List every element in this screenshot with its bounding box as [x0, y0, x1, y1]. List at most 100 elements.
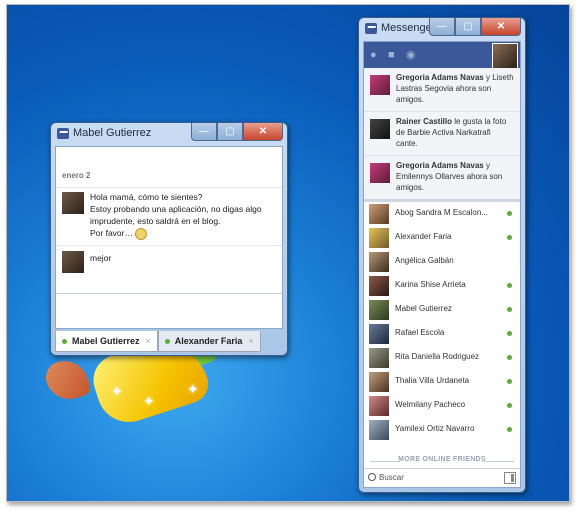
messenger-title: Messenger	[381, 22, 436, 34]
sidebar-toggle-icon[interactable]	[504, 472, 516, 484]
message-line: Por favor…	[90, 228, 133, 238]
message-1: Hola mamá, cómo te sientes? Estoy proban…	[90, 191, 262, 240]
profile-avatar[interactable]	[492, 43, 518, 69]
chat-window: Mabel Gutierrez — ▢ ✕ enero 2 Hola mamá,…	[50, 122, 288, 356]
friend-item[interactable]: Alexander Faria	[364, 226, 520, 250]
avatar	[369, 276, 389, 296]
online-status-icon	[62, 338, 67, 344]
friend-item[interactable]: Rita Daniella Rodriguez	[364, 346, 520, 370]
message-line: Estoy probando una aplicación, no digas …	[90, 204, 262, 214]
messenger-icon	[365, 23, 377, 34]
messenger-toolbar: ● ■ ◉	[364, 42, 520, 69]
online-status-icon	[507, 379, 512, 384]
friend-name: Yamilexi Ortiz Navarro	[395, 424, 475, 433]
chat-titlebar[interactable]: Mabel Gutierrez — ▢ ✕	[51, 123, 287, 145]
ticker-item[interactable]: Gregoria Adams Navas y Emilennys Ollarve…	[364, 156, 520, 199]
avatar	[369, 324, 389, 344]
friend-name: Karina Shise Arrieta	[395, 280, 466, 289]
divider	[56, 187, 282, 188]
maximize-button[interactable]: ▢	[217, 123, 243, 141]
close-button[interactable]: ✕	[481, 18, 521, 36]
news-ticker: Gregoria Adams Navas y Liseth Lastras Se…	[364, 68, 520, 199]
friend-requests-icon[interactable]: ●	[370, 49, 382, 61]
messenger-titlebar[interactable]: Messenger — ▢ ✕	[359, 18, 525, 40]
avatar	[369, 420, 389, 440]
windows-logo-red	[41, 354, 93, 406]
search-bar[interactable]: Buscar	[364, 468, 520, 487]
friend-name: Rita Daniella Rodriguez	[395, 352, 480, 361]
friend-name: Abog Sandra M Escalon...	[395, 208, 488, 217]
avatar	[369, 228, 389, 248]
smiley-icon	[135, 227, 148, 240]
friend-item[interactable]: Thalia Villa Urdaneta	[364, 370, 520, 394]
messenger-body: ● ■ ◉ Gregoria Adams Navas y Liseth Last…	[363, 41, 521, 488]
avatar	[62, 192, 84, 214]
chat-title: Mabel Gutierrez	[73, 127, 152, 139]
online-status-icon	[507, 331, 512, 336]
close-button[interactable]: ✕	[243, 123, 283, 141]
avatar	[369, 300, 389, 320]
sparkle-icon: ✦	[143, 393, 155, 409]
friend-item[interactable]: Rafael Escola	[364, 322, 520, 346]
search-input[interactable]: Buscar	[379, 473, 404, 482]
message-line: imprudente, esto saldrá en el blog.	[90, 216, 221, 226]
avatar	[369, 348, 389, 368]
close-tab-icon[interactable]: ×	[146, 336, 151, 346]
message-line: Hola mamá, cómo te sientes?	[90, 192, 203, 202]
friend-name: Mabel Gutierrez	[395, 304, 452, 313]
friend-item[interactable]: Mabel Gutierrez	[364, 298, 520, 322]
online-status-icon	[507, 283, 512, 288]
ticker-name: Gregoria Adams Navas	[396, 161, 484, 170]
messenger-icon	[57, 128, 69, 139]
avatar	[370, 163, 390, 183]
friend-item[interactable]: Karina Shise Arrieta	[364, 274, 520, 298]
message-input[interactable]	[56, 294, 282, 328]
avatar	[369, 372, 389, 392]
avatar	[369, 396, 389, 416]
avatar	[62, 251, 84, 273]
sparkle-icon: ✦	[111, 383, 123, 399]
messenger-window: Messenger — ▢ ✕ ● ■ ◉ Gregoria Adams Nav…	[358, 17, 526, 493]
tab-label: Mabel Gutierrez	[72, 336, 140, 346]
avatar	[370, 75, 390, 95]
desktop-background: ✦ ✦ ✦ Mabel Gutierrez — ▢ ✕ enero 2 Hola…	[6, 4, 570, 502]
tab-alexander-faria[interactable]: Alexander Faria ×	[157, 331, 261, 352]
tab-mabel-gutierrez[interactable]: Mabel Gutierrez ×	[55, 331, 158, 352]
online-status-icon	[507, 403, 512, 408]
notifications-globe-icon[interactable]: ◉	[406, 49, 418, 61]
chat-conversation: enero 2 Hola mamá, cómo te sientes? Esto…	[55, 146, 283, 329]
friend-name: Welmilany Pacheco	[395, 400, 466, 409]
minimize-button[interactable]: —	[191, 123, 217, 141]
avatar	[369, 252, 389, 272]
friend-name: Rafael Escola	[395, 328, 445, 337]
online-status-icon	[507, 355, 512, 360]
minimize-button[interactable]: —	[429, 18, 455, 36]
maximize-button[interactable]: ▢	[455, 18, 481, 36]
chat-tabs: Mabel Gutierrez × Alexander Faria ×	[55, 331, 283, 352]
online-status-icon	[507, 235, 512, 240]
avatar	[370, 119, 390, 139]
more-online-friends-label[interactable]: MORE ONLINE FRIENDS	[364, 456, 520, 468]
online-status-icon	[507, 211, 512, 216]
ticker-item[interactable]: Rainer Castillo le gusta la foto de Barb…	[364, 112, 520, 156]
tab-label: Alexander Faria	[174, 336, 243, 346]
ticker-item[interactable]: Gregoria Adams Navas y Liseth Lastras Se…	[364, 68, 520, 112]
friend-item[interactable]: Angélica Galbán	[364, 250, 520, 274]
divider	[56, 245, 282, 246]
friend-name: Thalia Villa Urdaneta	[395, 376, 470, 385]
avatar	[369, 204, 389, 224]
online-status-icon	[164, 338, 170, 344]
friend-item[interactable]: Yamilexi Ortiz Navarro	[364, 418, 520, 442]
ticker-name: Gregoria Adams Navas	[396, 73, 484, 82]
close-tab-icon[interactable]: ×	[248, 336, 253, 346]
message-2: mejor	[90, 253, 112, 263]
online-status-icon	[507, 427, 512, 432]
messages-icon[interactable]: ■	[388, 49, 400, 61]
search-icon	[368, 473, 376, 481]
friend-item[interactable]: Welmilany Pacheco	[364, 394, 520, 418]
friend-name: Alexander Faria	[395, 232, 452, 241]
friend-name: Angélica Galbán	[395, 256, 454, 265]
friend-item[interactable]: Abog Sandra M Escalon...	[364, 202, 520, 226]
date-header: enero 2	[62, 171, 91, 180]
ticker-name: Rainer Castillo	[396, 117, 453, 126]
